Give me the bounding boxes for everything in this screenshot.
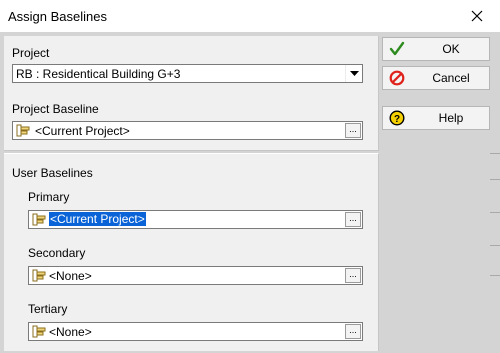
title-bar: Assign Baselines — [0, 0, 500, 32]
cancel-button-label: Cancel — [432, 71, 470, 85]
help-icon: ? — [389, 110, 405, 126]
project-baseline-field[interactable]: <Current Project> ... — [12, 121, 363, 140]
divider — [490, 275, 500, 276]
divider — [490, 245, 500, 246]
window-title: Assign Baselines — [8, 9, 107, 24]
tertiary-label: Tertiary — [28, 302, 68, 316]
tertiary-baseline-field[interactable]: <None> ... — [28, 322, 363, 341]
help-button[interactable]: ? Help — [382, 106, 490, 130]
baseline-icon — [32, 325, 46, 338]
primary-label: Primary — [28, 190, 70, 204]
user-baselines-panel: User Baselines Primary <Current Project>… — [4, 153, 379, 351]
tertiary-baseline-browse-button[interactable]: ... — [345, 324, 361, 339]
close-button[interactable] — [454, 0, 500, 32]
help-button-label: Help — [438, 111, 464, 125]
secondary-baseline-browse-button[interactable]: ... — [345, 268, 361, 283]
ok-button-label: OK — [442, 42, 460, 56]
secondary-label: Secondary — [28, 246, 86, 260]
cancel-icon — [389, 70, 405, 86]
project-baseline-value: <Current Project> — [35, 124, 130, 138]
baseline-icon — [32, 269, 46, 282]
project-label: Project — [12, 46, 50, 60]
checkmark-icon — [389, 41, 405, 56]
ok-button[interactable]: OK — [382, 37, 490, 61]
secondary-baseline-value: <None> — [49, 269, 92, 283]
baseline-icon — [32, 213, 46, 226]
tertiary-baseline-value: <None> — [49, 325, 92, 339]
project-baseline-browse-button[interactable]: ... — [345, 123, 361, 138]
chevron-down-icon[interactable] — [345, 65, 362, 82]
divider — [490, 212, 500, 213]
primary-baseline-field[interactable]: <Current Project> ... — [28, 210, 363, 229]
primary-baseline-browse-button[interactable]: ... — [345, 212, 361, 227]
user-baselines-label: User Baselines — [12, 166, 93, 180]
project-selected-value: RB : Residentical Building G+3 — [16, 67, 181, 81]
dialog-body: Project RB : Residentical Building G+3 P… — [0, 32, 500, 353]
secondary-baseline-field[interactable]: <None> ... — [28, 266, 363, 285]
project-dropdown[interactable]: RB : Residentical Building G+3 — [12, 64, 363, 83]
baseline-icon — [16, 124, 30, 137]
cancel-button[interactable]: Cancel — [382, 66, 490, 90]
primary-baseline-value: <Current Project> — [49, 212, 146, 226]
divider — [490, 179, 500, 180]
project-baseline-label: Project Baseline — [12, 102, 99, 116]
close-icon — [471, 10, 483, 22]
svg-text:?: ? — [394, 114, 400, 125]
project-panel: Project RB : Residentical Building G+3 P… — [4, 36, 379, 151]
divider — [490, 153, 500, 154]
